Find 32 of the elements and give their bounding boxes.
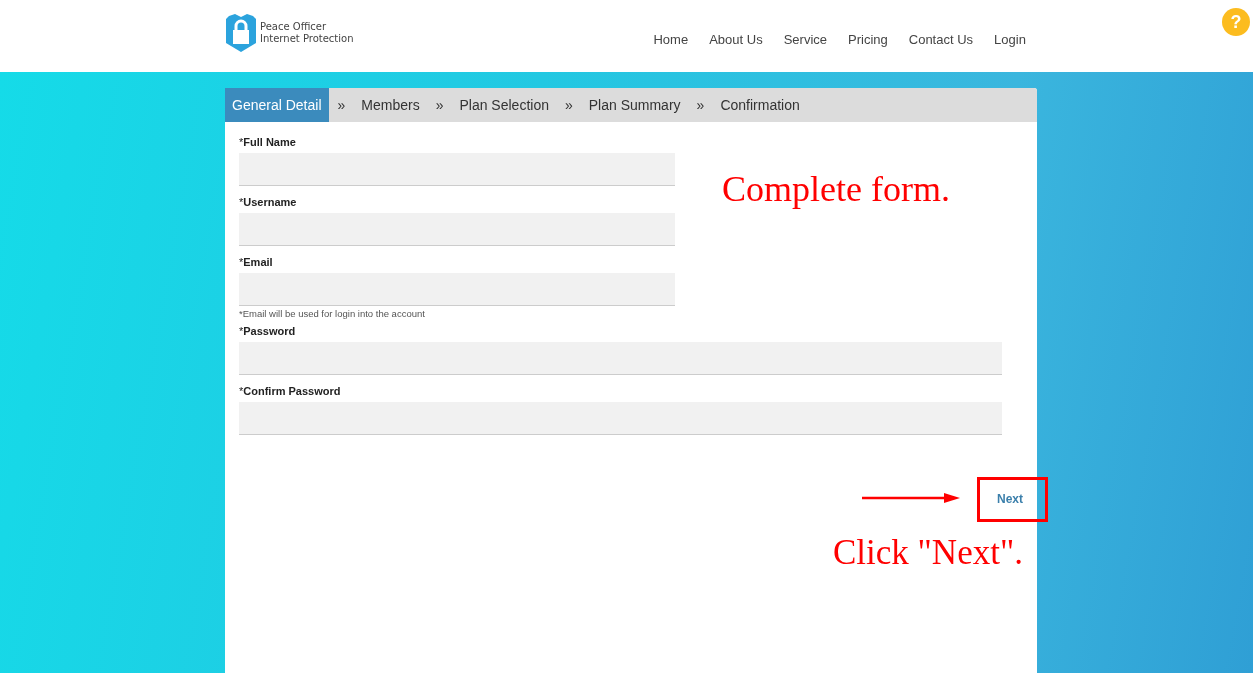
input-field[interactable] bbox=[239, 342, 1002, 375]
step-separator: » bbox=[336, 97, 347, 113]
nav-link[interactable]: About Us bbox=[709, 31, 763, 47]
step-separator: » bbox=[695, 97, 706, 113]
step-tab[interactable]: General Detail bbox=[225, 88, 329, 122]
step-tab[interactable]: Confirmation bbox=[713, 88, 807, 122]
step-separator: » bbox=[434, 97, 445, 113]
step-tab[interactable]: Members bbox=[354, 88, 427, 122]
nav-link[interactable]: Login bbox=[994, 31, 1026, 47]
step-tab[interactable]: Plan Summary bbox=[581, 88, 688, 122]
step-tab[interactable]: Plan Selection bbox=[452, 88, 556, 122]
annotation-text: Complete form. bbox=[722, 168, 950, 210]
field-label: *Email bbox=[239, 256, 274, 268]
nav-link[interactable]: Service bbox=[783, 31, 827, 47]
shield-lock-icon bbox=[225, 13, 257, 53]
annotation-text: Click "Next". bbox=[833, 533, 1023, 573]
field-note: *Email will be used for login into the account bbox=[239, 308, 426, 319]
nav-link[interactable]: Contact Us bbox=[908, 31, 974, 47]
highlight-frame bbox=[977, 477, 1048, 522]
field-label: *Confirm Password bbox=[239, 385, 342, 397]
next-button[interactable]: Next bbox=[997, 488, 1023, 510]
input-field[interactable] bbox=[239, 153, 675, 186]
input-field[interactable] bbox=[239, 273, 675, 306]
input-field[interactable] bbox=[239, 402, 1002, 435]
input-field[interactable] bbox=[239, 213, 675, 246]
step-separator: » bbox=[563, 97, 574, 113]
logo-text[interactable]: Peace Officer Internet Protection bbox=[260, 21, 354, 45]
field-label: *Username bbox=[239, 196, 298, 208]
field-label: *Password bbox=[239, 325, 297, 337]
nav-link[interactable]: Pricing bbox=[848, 31, 888, 47]
nav-link[interactable]: Home bbox=[653, 31, 689, 47]
field-label: *Full Name bbox=[239, 136, 297, 148]
